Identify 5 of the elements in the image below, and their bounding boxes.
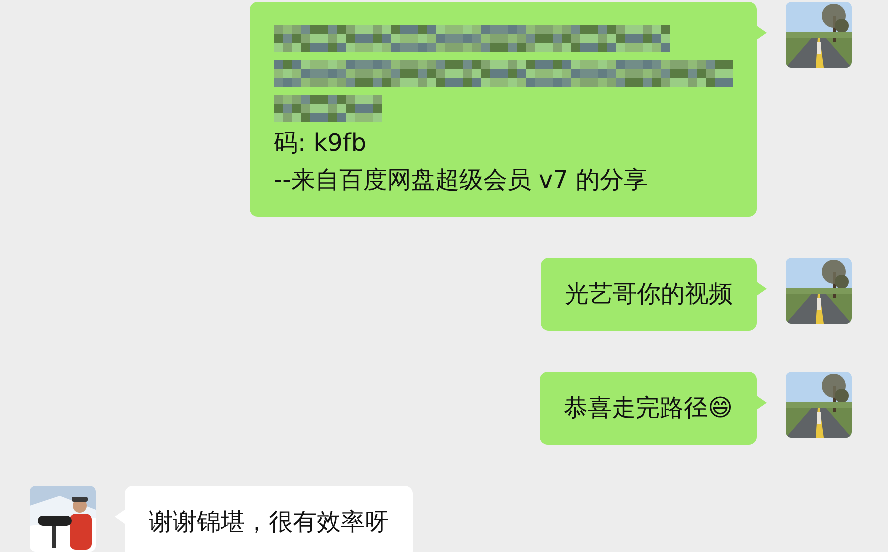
message-text: 光艺哥你的视频 xyxy=(565,279,733,310)
message-text: 谢谢锦堪，很有效率呀 xyxy=(149,507,389,538)
message-text: 码: k9fb xyxy=(274,128,368,159)
message-text: 恭喜走完路径😄 xyxy=(564,393,733,424)
message-text: --来自百度网盘超级会员 v7 的分享 xyxy=(274,165,650,196)
